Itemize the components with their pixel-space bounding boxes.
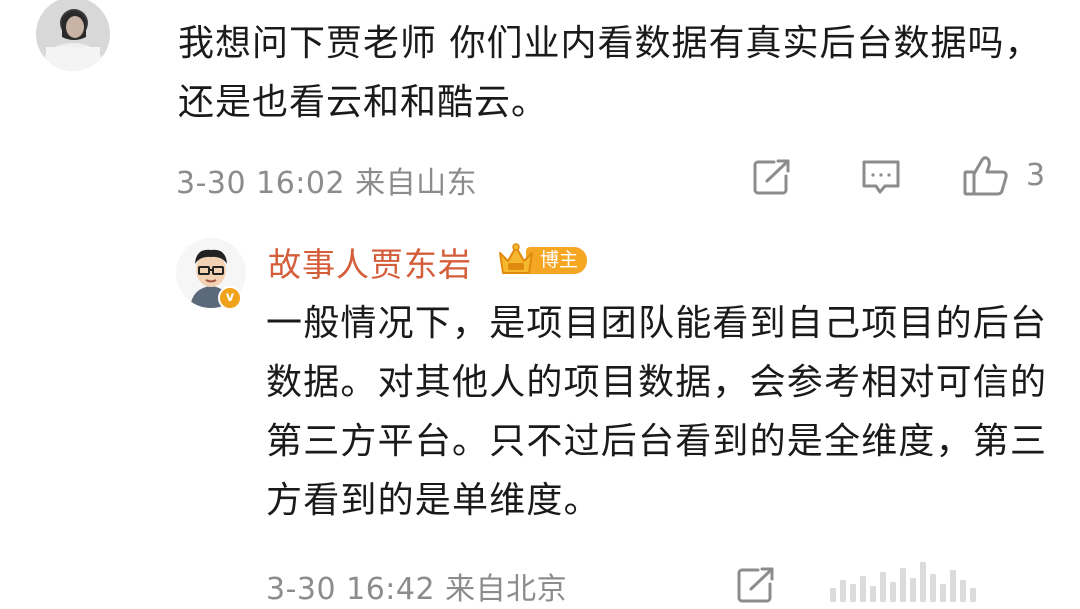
comment-icon[interactable] [860,158,902,196]
verified-icon: v [218,286,242,310]
share-icon[interactable] [736,566,776,604]
watermark [830,562,976,602]
share-icon[interactable] [752,158,792,196]
commenter-avatar[interactable] [36,0,110,71]
reply-author-name[interactable]: 故事人贾东岩 [268,238,472,286]
like-count: 3 [1026,158,1046,193]
like-icon[interactable] [962,154,1010,198]
reply-meta: 3-30 16:42 来自北京 [266,572,568,607]
crown-icon [499,243,533,274]
reply-text: 一般情况下，是项目团队能看到自己项目的后台数据。对其他人的项目数据，会参考相对可… [266,303,1048,521]
comment-text: 我想问下贾老师 你们业内看数据有真实后台数据吗，还是也看云和和酷云。 [178,23,1042,123]
comment-meta: 3-30 16:02 来自山东 [176,166,478,201]
